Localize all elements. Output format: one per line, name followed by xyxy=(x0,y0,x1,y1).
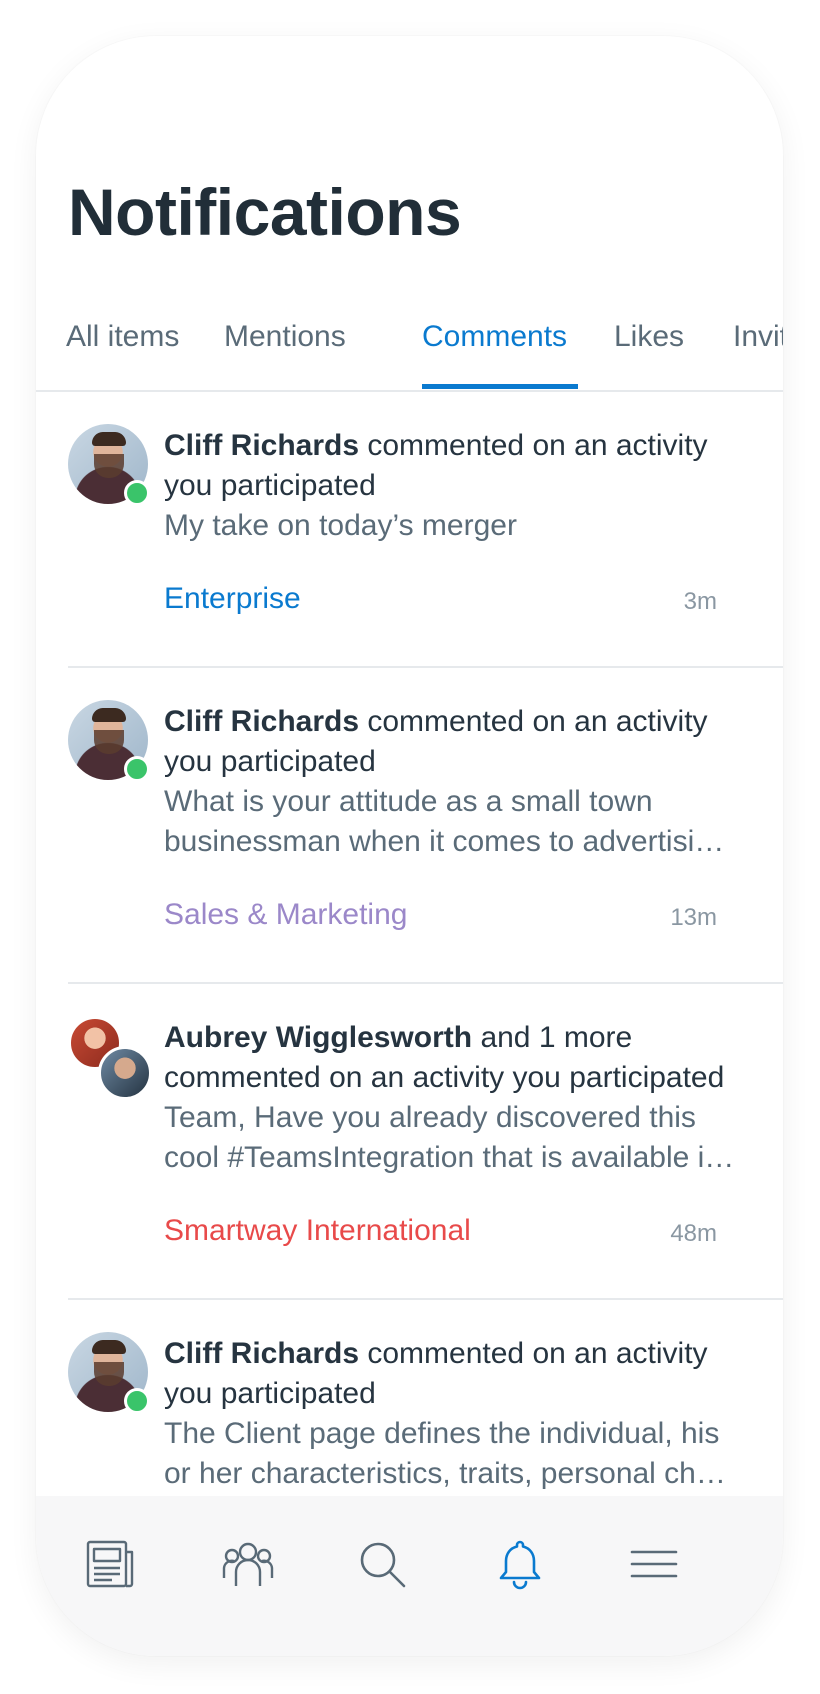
actor-name[interactable]: Cliff Richards xyxy=(164,705,359,738)
notification-content: Aubrey Wigglesworth and 1 more commented… xyxy=(164,984,783,1300)
tab-comments[interactable]: Comments xyxy=(422,320,567,354)
avatar-hair xyxy=(92,1340,126,1354)
nav-notifications-button[interactable] xyxy=(492,1536,548,1592)
notification-headline: Cliff Richards commented on an activity … xyxy=(164,1334,753,1414)
people-icon xyxy=(222,1542,274,1586)
timestamp: 13m xyxy=(670,904,717,931)
online-status-dot xyxy=(124,1388,150,1414)
tab-mentions[interactable]: Mentions xyxy=(224,320,346,354)
bell-icon xyxy=(499,1540,541,1590)
avatar-hair xyxy=(92,432,126,446)
notification-item[interactable]: Cliff Richards commented on an activity … xyxy=(68,668,783,984)
search-icon xyxy=(360,1542,406,1588)
notification-preview: What is your attitude as a small town bu… xyxy=(164,785,725,858)
notification-headline: Cliff Richards commented on an activity … xyxy=(164,426,753,506)
active-tab-indicator xyxy=(422,384,578,389)
notification-content: Cliff Richards commented on an activity … xyxy=(164,392,783,668)
notification-preview: My take on today’s merger xyxy=(164,509,517,542)
notification-headline: Aubrey Wigglesworth and 1 more commented… xyxy=(164,1018,753,1098)
space-link[interactable]: Smartway International xyxy=(164,1214,471,1248)
group-avatar xyxy=(68,1016,152,1100)
notification-meta: Smartway International 48m xyxy=(164,1214,753,1300)
actor-name[interactable]: Aubrey Wigglesworth xyxy=(164,1021,472,1054)
phone-frame: Notifications All items Mentions Comment… xyxy=(36,36,783,1656)
avatar xyxy=(98,1046,152,1100)
notification-content: Cliff Richards commented on an activity … xyxy=(164,1300,783,1494)
notification-list: Cliff Richards commented on an activity … xyxy=(36,392,783,1600)
notification-item[interactable]: Aubrey Wigglesworth and 1 more commented… xyxy=(68,984,783,1300)
notification-meta: Sales & Marketing 13m xyxy=(164,898,753,984)
avatar xyxy=(68,1332,150,1414)
notification-content: Cliff Richards commented on an activity … xyxy=(164,668,783,984)
avatar xyxy=(68,700,150,782)
notification-item[interactable]: Cliff Richards commented on an activity … xyxy=(68,392,783,668)
tab-invites[interactable]: Invites xyxy=(733,320,783,354)
notification-preview: Team, Have you already discovered this c… xyxy=(164,1101,735,1174)
bottom-nav xyxy=(36,1496,783,1656)
tab-bar: All items Mentions Comments Likes Invite… xyxy=(36,302,783,392)
avatar-hair xyxy=(92,708,126,722)
notification-meta: Enterprise 3m xyxy=(164,582,753,668)
avatar xyxy=(68,424,150,506)
avatar-beard xyxy=(94,454,124,478)
tab-all-items[interactable]: All items xyxy=(66,320,179,354)
nav-news-button[interactable] xyxy=(82,1536,138,1592)
nav-menu-button[interactable] xyxy=(626,1536,682,1592)
nav-search-button[interactable] xyxy=(354,1536,410,1592)
notification-preview: The Client page defines the individual, … xyxy=(164,1417,726,1490)
avatar-beard xyxy=(94,730,124,754)
space-link[interactable]: Sales & Marketing xyxy=(164,898,407,932)
notification-headline: Cliff Richards commented on an activity … xyxy=(164,702,753,782)
news-icon xyxy=(86,1540,134,1588)
timestamp: 48m xyxy=(670,1220,717,1247)
actor-name[interactable]: Cliff Richards xyxy=(164,1337,359,1370)
online-status-dot xyxy=(124,480,150,506)
space-link[interactable]: Enterprise xyxy=(164,582,301,616)
online-status-dot xyxy=(124,756,150,782)
actor-name[interactable]: Cliff Richards xyxy=(164,429,359,462)
timestamp: 3m xyxy=(683,588,717,615)
nav-people-button[interactable] xyxy=(220,1536,276,1592)
page-title: Notifications xyxy=(68,175,462,249)
avatar-beard xyxy=(94,1362,124,1386)
menu-icon xyxy=(630,1550,678,1578)
tab-likes[interactable]: Likes xyxy=(614,320,684,354)
